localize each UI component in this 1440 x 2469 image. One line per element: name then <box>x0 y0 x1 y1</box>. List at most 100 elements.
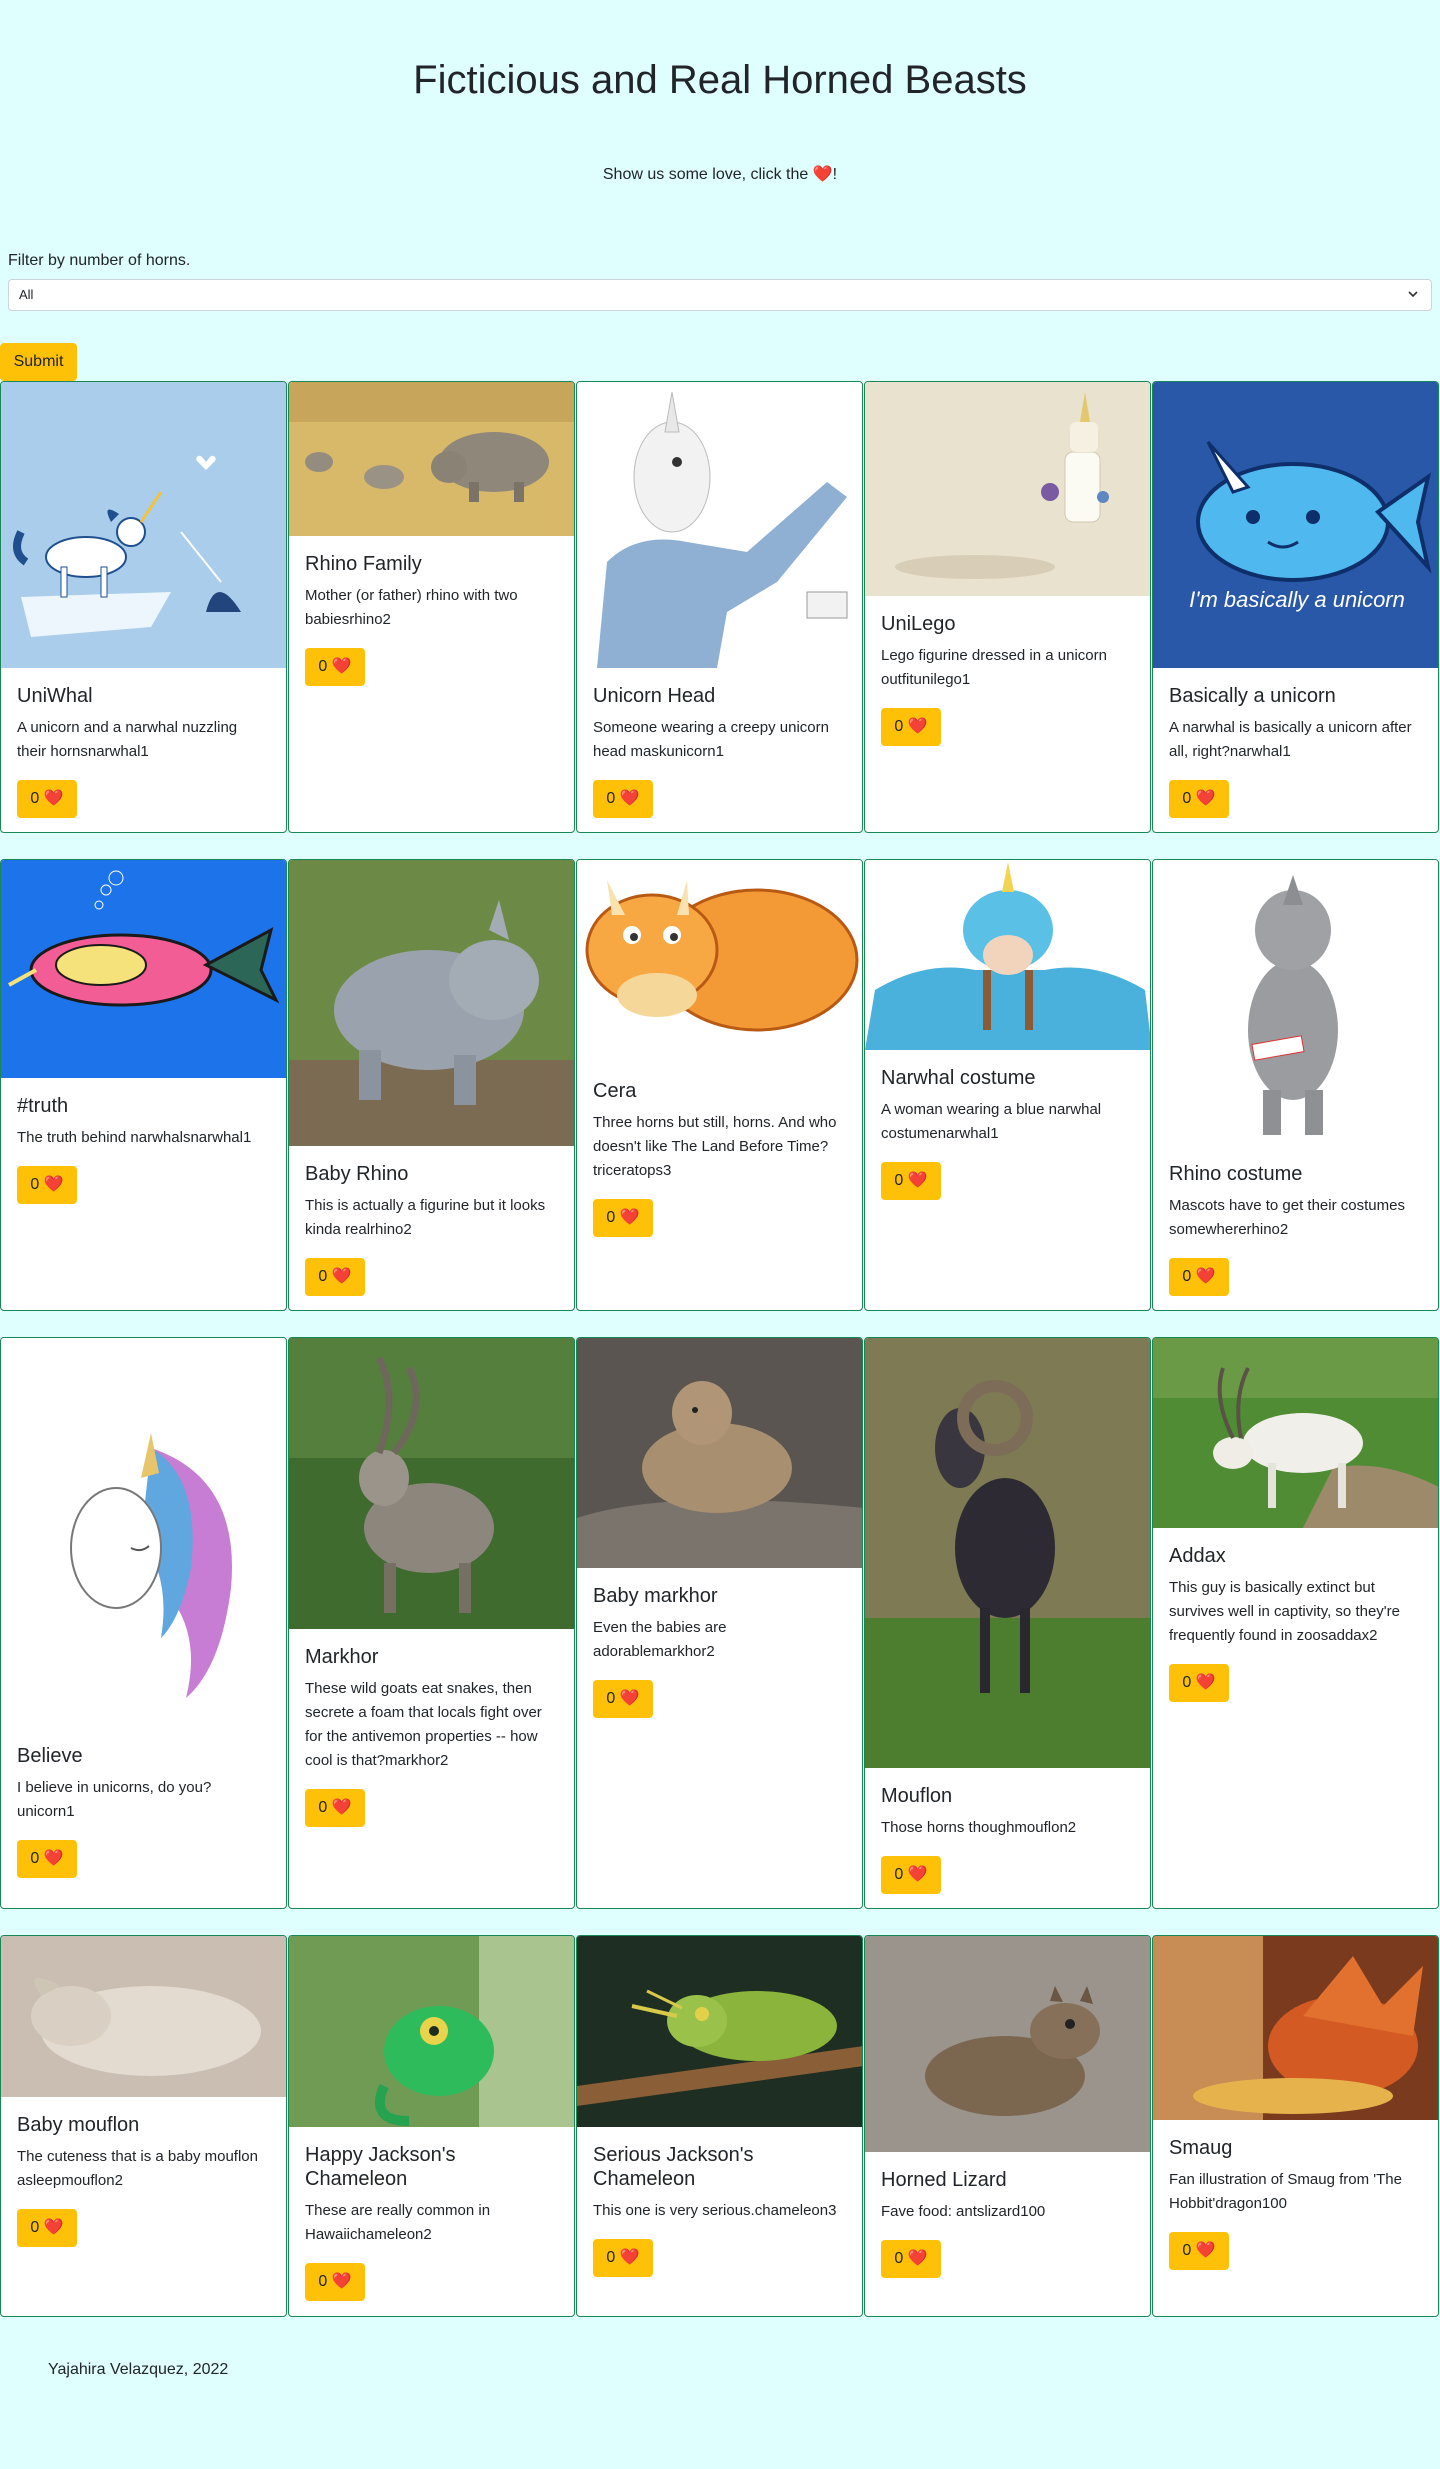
horn-count-select[interactable]: All <box>8 279 1432 311</box>
beast-description: Mother (or father) rhino with two babies… <box>305 587 518 628</box>
beast-description: Fave food: antslizard100 <box>881 2203 1046 2220</box>
beast-image[interactable] <box>865 1338 1150 1768</box>
beast-card[interactable]: Horned Lizard Fave food: antslizard100 0… <box>864 1935 1151 2317</box>
beast-title: Serious Jackson's Chameleon <box>593 2144 754 2190</box>
beast-description: Someone wearing a creepy unicorn head ma… <box>593 719 829 760</box>
beast-card[interactable]: UniLego Lego figurine dressed in a unico… <box>864 381 1151 833</box>
favorite-button[interactable]: 0 ❤️ <box>593 2239 653 2277</box>
beast-card[interactable]: Rhino Family Mother (or father) rhino wi… <box>288 381 575 833</box>
beast-image[interactable] <box>289 382 574 536</box>
beast-image[interactable] <box>1153 860 1438 1146</box>
favorite-button[interactable]: 0 ❤️ <box>305 1258 365 1296</box>
beast-card[interactable]: Addax This guy is basically extinct but … <box>1152 1337 1439 1909</box>
beast-card[interactable]: Serious Jackson's Chameleon This one is … <box>576 1935 863 2317</box>
beast-description: A unicorn and a narwhal nuzzling their h… <box>17 719 238 760</box>
favorite-button[interactable]: 0 ❤️ <box>1169 1664 1229 1702</box>
beast-image[interactable] <box>1 860 286 1078</box>
beast-card[interactable]: Rhino costume Mascots have to get their … <box>1152 859 1439 1311</box>
beast-description: This one is very serious.chameleon3 <box>593 2202 837 2219</box>
beast-image[interactable] <box>865 860 1150 1050</box>
beast-title: Narwhal costume <box>881 1067 1036 1089</box>
beast-card[interactable]: Unicorn Head Someone wearing a creepy un… <box>576 381 863 833</box>
favorite-button[interactable]: 0 ❤️ <box>881 1856 941 1894</box>
favorite-button[interactable]: 0 ❤️ <box>305 2263 365 2301</box>
favorite-button[interactable]: 0 ❤️ <box>305 1789 365 1827</box>
beast-card[interactable]: UniWhal A unicorn and a narwhal nuzzling… <box>0 381 287 833</box>
favorite-button[interactable]: 0 ❤️ <box>881 1162 941 1200</box>
beast-title: Baby Rhino <box>305 1163 409 1185</box>
beast-title: #truth <box>17 1095 69 1117</box>
beast-image[interactable] <box>1153 1338 1438 1528</box>
card-body: Mouflon Those horns thoughmouflon2 0 ❤️ <box>865 1768 1150 1908</box>
beast-title: Addax <box>1169 1545 1226 1567</box>
beast-image[interactable] <box>1 382 286 668</box>
beast-card[interactable]: Baby Rhino This is actually a figurine b… <box>288 859 575 1311</box>
beast-card[interactable]: #truth The truth behind narwhalsnarwhal1… <box>0 859 287 1311</box>
beast-image[interactable] <box>289 1936 574 2127</box>
beast-description: Mascots have to get their costumes somew… <box>1169 1197 1405 1238</box>
beast-card[interactable]: Smaug Fan illustration of Smaug from 'Th… <box>1152 1935 1439 2317</box>
card-body: Happy Jackson's Chameleon These are real… <box>289 2127 574 2316</box>
favorite-button[interactable]: 0 ❤️ <box>1169 1258 1229 1296</box>
beast-card[interactable]: Cera Three horns but still, horns. And w… <box>576 859 863 1311</box>
page-header: Ficticious and Real Horned Beasts Show u… <box>0 0 1440 215</box>
favorite-button[interactable]: 0 ❤️ <box>17 1166 77 1204</box>
beast-card[interactable]: Believe I believe in unicorns, do you? u… <box>0 1337 287 1909</box>
beast-title: UniLego <box>881 613 956 635</box>
card-body: UniWhal A unicorn and a narwhal nuzzling… <box>1 668 286 832</box>
beast-image[interactable]: I'm basically a unicorn <box>1153 382 1438 668</box>
beast-description: Those horns thoughmouflon2 <box>881 1819 1077 1836</box>
beast-title: Basically a unicorn <box>1169 685 1336 707</box>
card-body: #truth The truth behind narwhalsnarwhal1… <box>1 1078 286 1220</box>
card-body: Rhino costume Mascots have to get their … <box>1153 1146 1438 1310</box>
footer-credit: Yajahira Velazquez, 2022 <box>48 2361 229 2378</box>
beast-title: UniWhal <box>17 685 93 707</box>
favorite-button[interactable]: 0 ❤️ <box>1169 2232 1229 2270</box>
beast-image[interactable] <box>865 382 1150 596</box>
beast-image[interactable] <box>1153 1936 1438 2120</box>
favorite-button[interactable]: 0 ❤️ <box>17 2209 77 2247</box>
svg-text:I'm basically a unicorn: I'm basically a unicorn <box>1189 587 1405 612</box>
beast-image[interactable] <box>577 1338 862 1568</box>
beast-card[interactable]: Baby mouflon The cuteness that is a baby… <box>0 1935 287 2317</box>
beast-description: This is actually a figurine but it looks… <box>305 1197 546 1238</box>
favorite-button[interactable]: 0 ❤️ <box>593 1680 653 1718</box>
beast-description: Three horns but still, horns. And who do… <box>593 1114 837 1179</box>
beast-title: Markhor <box>305 1646 379 1668</box>
favorite-button[interactable]: 0 ❤️ <box>881 2240 941 2278</box>
beast-title: Baby markhor <box>593 1585 718 1607</box>
submit-button[interactable]: Submit <box>0 343 77 381</box>
beast-card[interactable]: Baby markhor Even the babies are adorabl… <box>576 1337 863 1909</box>
favorite-button[interactable]: 0 ❤️ <box>17 780 77 818</box>
favorite-button[interactable]: 0 ❤️ <box>593 1199 653 1237</box>
beast-title: Mouflon <box>881 1785 953 1807</box>
beast-title: Cera <box>593 1080 637 1102</box>
favorite-button[interactable]: 0 ❤️ <box>593 780 653 818</box>
beast-image[interactable] <box>577 860 862 1063</box>
beast-image[interactable] <box>1 1936 286 2097</box>
beast-image[interactable] <box>289 1338 574 1629</box>
favorite-button[interactable]: 0 ❤️ <box>305 648 365 686</box>
favorite-button[interactable]: 0 ❤️ <box>1169 780 1229 818</box>
card-body: Basically a unicorn A narwhal is basical… <box>1153 668 1438 832</box>
beast-image[interactable] <box>577 382 862 668</box>
beast-card[interactable]: Mouflon Those horns thoughmouflon2 0 ❤️ <box>864 1337 1151 1909</box>
beast-card[interactable]: Markhor These wild goats eat snakes, the… <box>288 1337 575 1909</box>
beast-image[interactable] <box>1 1338 286 1728</box>
beast-title: Rhino Family <box>305 553 422 575</box>
beast-image[interactable] <box>289 860 574 1146</box>
beast-card[interactable]: I'm basically a unicorn Basically a unic… <box>1152 381 1439 833</box>
beast-title: Rhino costume <box>1169 1163 1303 1185</box>
horn-filter-form: Filter by number of horns. All Submit <box>0 249 1440 381</box>
beast-card[interactable]: Narwhal costume A woman wearing a blue n… <box>864 859 1151 1311</box>
beast-title: Believe <box>17 1745 83 1767</box>
favorite-button[interactable]: 0 ❤️ <box>881 708 941 746</box>
card-body: Addax This guy is basically extinct but … <box>1153 1528 1438 1718</box>
favorite-button[interactable]: 0 ❤️ <box>17 1840 77 1878</box>
card-body: Cera Three horns but still, horns. And w… <box>577 1063 862 1253</box>
beast-image[interactable] <box>865 1936 1150 2152</box>
beast-card[interactable]: Happy Jackson's Chameleon These are real… <box>288 1935 575 2317</box>
card-body: Believe I believe in unicorns, do you? u… <box>1 1728 286 1894</box>
beast-description: Lego figurine dressed in a unicorn outfi… <box>881 647 1107 688</box>
beast-image[interactable] <box>577 1936 862 2127</box>
